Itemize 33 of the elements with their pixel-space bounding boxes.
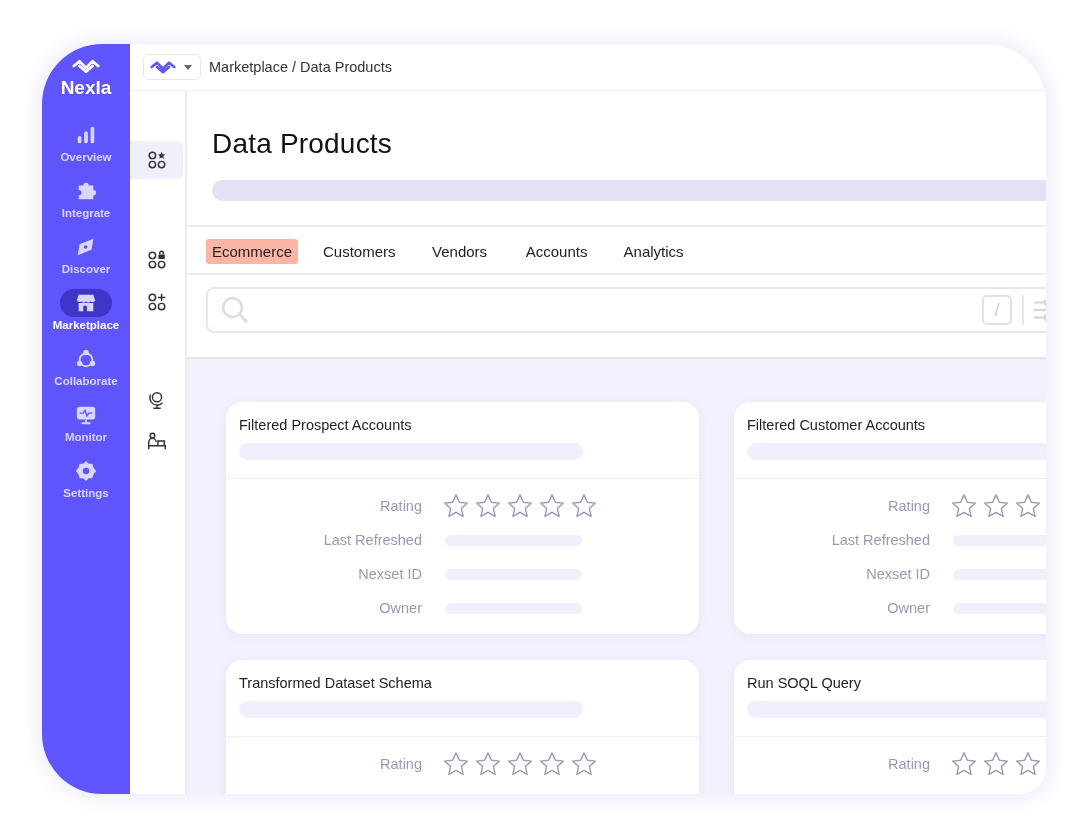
field-label: Rating xyxy=(887,498,930,514)
nav-item[interactable]: Monitor xyxy=(60,401,112,443)
product-card[interactable]: Transformed Dataset Schema Rating xyxy=(226,660,699,794)
tab[interactable]: Vendors xyxy=(420,239,499,264)
tab[interactable]: Customers xyxy=(317,239,402,264)
field-label: Rating xyxy=(887,756,930,772)
product-card[interactable]: Run SOQL Query Rating xyxy=(734,660,1046,794)
nav-item[interactable]: Settings xyxy=(60,457,112,499)
field-label: Rating xyxy=(379,756,422,772)
field-label: Nexset ID xyxy=(357,566,422,582)
field-label: Owner xyxy=(378,600,422,616)
nav-item[interactable]: Overview xyxy=(60,121,112,163)
field-label: Nexset ID xyxy=(865,566,930,582)
page-title: Data Products xyxy=(212,128,394,160)
breadcrumb: Marketplace / Data Products xyxy=(209,59,392,75)
card-title: Transformed Dataset Schema xyxy=(239,675,433,691)
field-label: Owner xyxy=(886,600,930,616)
brand-name: Nexla xyxy=(60,77,112,99)
tab[interactable]: Analytics xyxy=(614,239,693,264)
card-title: Filtered Customer Accounts xyxy=(747,417,927,433)
product-card[interactable]: Filtered Prospect Accounts Rating Last Refreshed Nexset ID Owner xyxy=(226,402,699,634)
field-label: Last Refreshed xyxy=(322,532,422,548)
field-label: Rating xyxy=(379,498,422,514)
card-title: Run SOQL Query xyxy=(747,675,862,691)
card-title: Filtered Prospect Accounts xyxy=(239,417,413,433)
nav-item[interactable]: Discover xyxy=(60,233,112,275)
shortcut-key: / xyxy=(982,295,1012,325)
tab[interactable]: Accounts xyxy=(517,239,596,264)
product-card[interactable]: Filtered Customer Accounts Rating Last Refreshed Nexset ID Owner xyxy=(734,402,1046,634)
nav-item[interactable]: Integrate xyxy=(60,177,112,219)
tab[interactable]: Ecommerce xyxy=(206,239,299,264)
field-label: Last Refreshed xyxy=(830,532,930,548)
nav-item[interactable]: Collaborate xyxy=(54,345,118,387)
